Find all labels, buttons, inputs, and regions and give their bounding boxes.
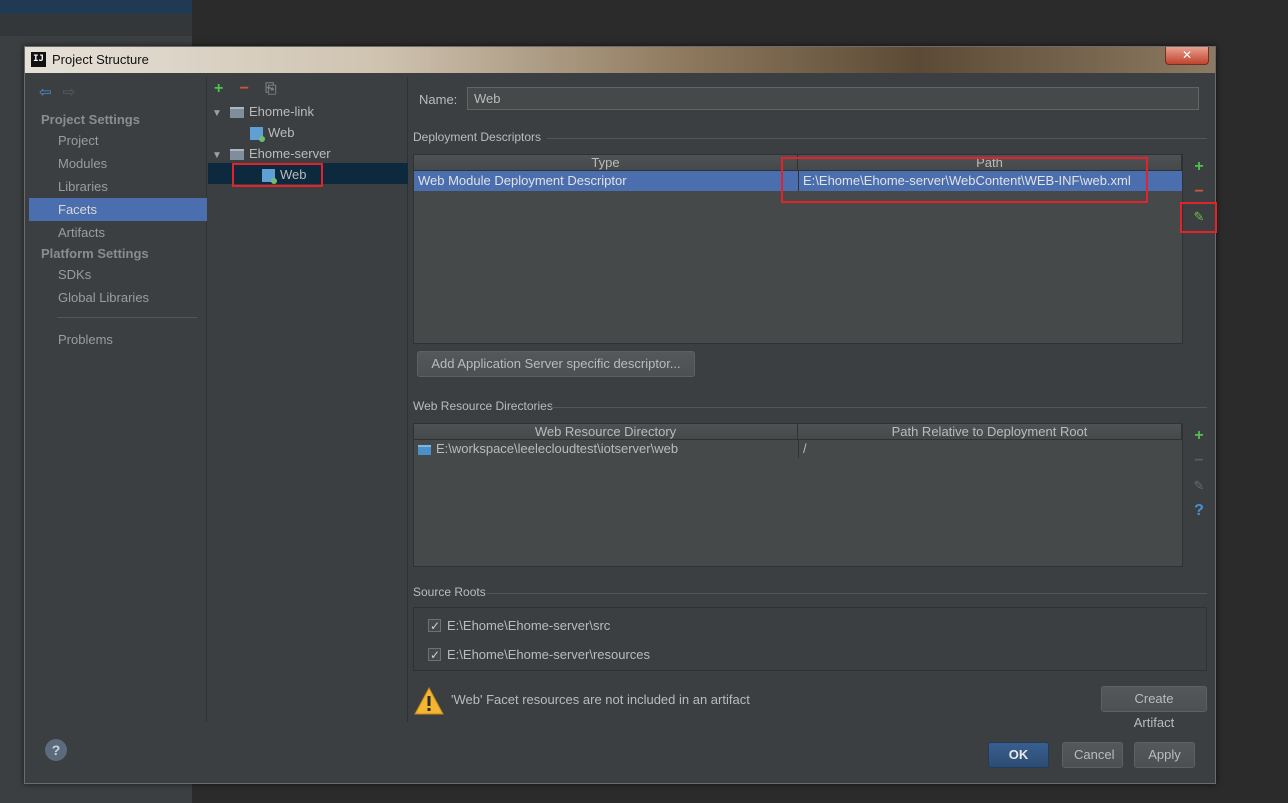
sidebar-item-libraries[interactable]: Libraries xyxy=(29,175,207,198)
facet-name-field[interactable]: Web xyxy=(467,87,1199,110)
resource-directory-path: E:\workspace\leelecloudtest\iotserver\we… xyxy=(436,441,679,456)
forward-arrow-icon[interactable]: ⇨ xyxy=(63,83,83,101)
expand-arrow-icon[interactable]: ▼ xyxy=(212,145,230,166)
sidebar-item-problems[interactable]: Problems xyxy=(29,328,207,351)
platform-settings-header: Platform Settings xyxy=(41,246,149,261)
add-icon[interactable]: + xyxy=(1187,423,1211,448)
column-header-type[interactable]: Type xyxy=(414,155,798,171)
close-button[interactable]: ✕ xyxy=(1165,47,1209,65)
remove-icon[interactable]: − xyxy=(1187,179,1211,204)
sidebar-item-global-libraries[interactable]: Global Libraries xyxy=(29,286,207,309)
tree-node-label: Ehome-server xyxy=(249,146,331,161)
group-divider xyxy=(547,138,1207,139)
sidebar-item-modules[interactable]: Modules xyxy=(29,152,207,175)
module-folder-icon xyxy=(230,107,244,119)
checkbox-checked[interactable] xyxy=(428,616,441,636)
help-icon[interactable]: ? xyxy=(45,739,67,761)
add-app-server-descriptor-button[interactable]: Add Application Server specific descript… xyxy=(417,351,695,377)
source-root-item[interactable]: E:\Ehome\Ehome-server\resources xyxy=(428,645,650,665)
settings-sidebar: ⇦ ⇨ Project Settings Project Modules Lib… xyxy=(29,77,207,722)
remove-icon[interactable]: − xyxy=(240,80,262,98)
web-facet-icon xyxy=(250,127,265,143)
source-root-item[interactable]: E:\Ehome\Ehome-server\src xyxy=(428,616,610,636)
column-header-directory[interactable]: Web Resource Directory xyxy=(414,424,798,440)
group-divider xyxy=(551,407,1207,408)
cancel-button[interactable]: Cancel xyxy=(1062,742,1123,768)
add-icon[interactable]: + xyxy=(1187,154,1211,179)
highlight-box xyxy=(1180,202,1217,233)
background-strip xyxy=(0,0,192,14)
edit-pencil-icon[interactable]: ✎ xyxy=(1187,473,1211,498)
history-navigation: ⇦ ⇨ xyxy=(39,83,83,101)
tree-node-ehome-server[interactable]: ▼ Ehome-server xyxy=(212,143,331,164)
sidebar-item-artifacts[interactable]: Artifacts xyxy=(29,221,207,244)
checkbox-checked[interactable] xyxy=(428,645,441,665)
create-artifact-button[interactable]: Create Artifact xyxy=(1101,686,1207,730)
apply-button[interactable]: Apply xyxy=(1134,742,1195,768)
background-window-right xyxy=(1216,0,1288,803)
tree-node-label: Web xyxy=(268,125,295,140)
help-icon[interactable]: ? xyxy=(1187,498,1211,523)
table-header: Web Resource Directory Path Relative to … xyxy=(414,424,1182,440)
facet-tree-pane: + − ⎘ ▼ Ehome-link Web ▼ Ehome-server Web xyxy=(208,77,408,722)
copy-icon[interactable]: ⎘ xyxy=(265,80,287,97)
name-label: Name: xyxy=(419,92,458,107)
ok-button[interactable]: OK xyxy=(988,742,1049,768)
folder-icon xyxy=(418,444,431,455)
warning-icon xyxy=(414,686,444,715)
expand-arrow-icon[interactable]: ▼ xyxy=(212,103,230,124)
relative-path-cell: / xyxy=(798,440,1182,458)
remove-icon[interactable]: − xyxy=(1187,448,1211,473)
tree-node-ehome-link[interactable]: ▼ Ehome-link xyxy=(212,101,314,122)
highlight-box xyxy=(781,157,1148,203)
web-resource-directories-title: Web Resource Directories xyxy=(413,399,553,413)
highlight-box xyxy=(232,163,323,187)
add-icon[interactable]: + xyxy=(214,80,236,98)
warning-text: 'Web' Facet resources are not included i… xyxy=(451,692,750,707)
title-bar[interactable]: IJ Project Structure ✕ xyxy=(25,47,1215,73)
window-title: Project Structure xyxy=(52,52,149,67)
tree-node-web-link[interactable]: Web xyxy=(250,122,295,143)
tree-node-label: Ehome-link xyxy=(249,104,315,119)
sidebar-item-project[interactable]: Project xyxy=(29,129,207,152)
facet-detail-pane: Name: Web Deployment Descriptors Type Pa… xyxy=(409,77,1217,730)
back-arrow-icon[interactable]: ⇦ xyxy=(39,83,59,101)
module-folder-icon xyxy=(230,149,244,161)
source-root-path: E:\Ehome\Ehome-server\resources xyxy=(447,647,651,662)
column-header-relative-path[interactable]: Path Relative to Deployment Root xyxy=(798,424,1182,440)
resources-side-toolbar: + − ✎ ? xyxy=(1187,423,1211,523)
sidebar-item-sdks[interactable]: SDKs xyxy=(29,263,207,286)
sidebar-divider xyxy=(57,317,197,318)
source-roots-panel: E:\Ehome\Ehome-server\src E:\Ehome\Ehome… xyxy=(413,607,1207,671)
project-settings-header: Project Settings xyxy=(41,112,140,127)
source-roots-title: Source Roots xyxy=(413,585,486,599)
source-root-path: E:\Ehome\Ehome-server\src xyxy=(447,618,611,633)
background-strip-2 xyxy=(0,14,192,36)
web-resource-directories-table[interactable]: Web Resource Directory Path Relative to … xyxy=(413,423,1183,567)
intellij-app-icon: IJ xyxy=(31,52,46,67)
deployment-descriptors-title: Deployment Descriptors xyxy=(413,130,542,144)
table-row[interactable]: E:\workspace\leelecloudtest\iotserver\we… xyxy=(414,440,1182,458)
facet-tree-toolbar: + − ⎘ xyxy=(214,80,287,98)
resource-directory-cell: E:\workspace\leelecloudtest\iotserver\we… xyxy=(414,440,798,458)
group-divider xyxy=(487,593,1207,594)
sidebar-item-facets[interactable]: Facets xyxy=(29,198,207,221)
project-structure-dialog: IJ Project Structure ✕ ⇦ ⇨ Project Setti… xyxy=(24,46,1217,784)
descriptor-type-cell: Web Module Deployment Descriptor xyxy=(418,173,627,188)
